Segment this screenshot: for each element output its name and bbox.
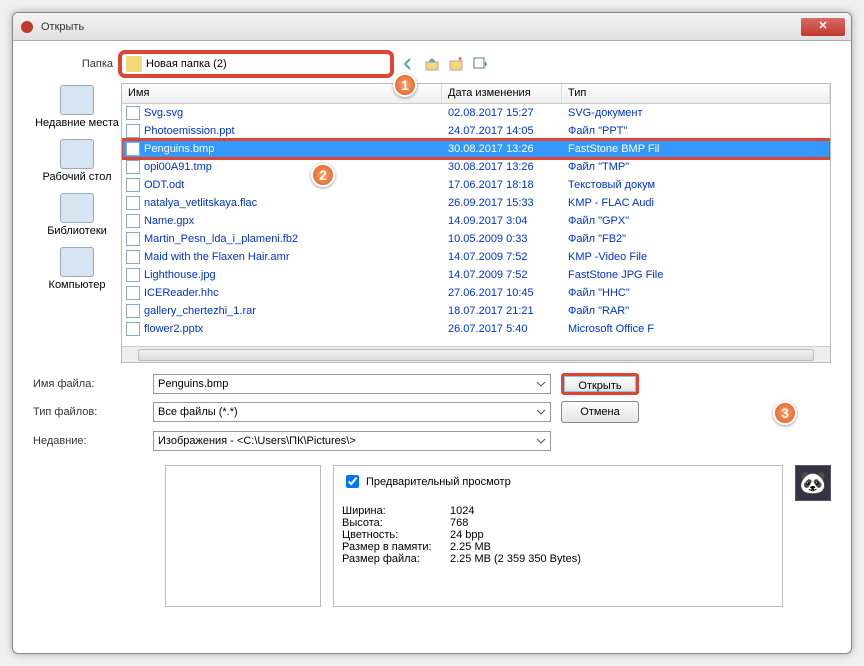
file-icon [126,322,140,336]
file-row[interactable]: natalya_vetlitskaya.flac26.09.2017 15:33… [122,194,830,212]
folder-label: Папка [33,58,121,70]
file-icon [126,160,140,174]
file-row[interactable]: Photoemission.ppt24.07.2017 14:05Файл "P… [122,122,830,140]
close-button[interactable]: ✕ [801,18,845,36]
filetype-label: Тип файлов: [33,406,153,418]
app-icon [19,19,35,35]
file-icon [126,178,140,192]
column-type[interactable]: Тип [562,84,830,103]
folder-icon [126,56,142,72]
filetype-combo[interactable]: Все файлы (*.*) [153,402,551,422]
chevron-down-icon [534,377,548,391]
callout-2: 2 [311,163,335,187]
recent-combo[interactable]: Изображения - <C:\Users\ПК\Pictures\> [153,431,551,451]
file-icon [126,196,140,210]
callout-1: 1 [393,73,417,97]
cancel-button[interactable]: Отмена [561,401,639,423]
places-sidebar: Недавние места Рабочий стол Библиотеки К… [33,83,121,363]
preview-checkbox[interactable] [346,475,359,488]
back-icon[interactable] [399,55,417,73]
sidebar-computer[interactable]: Компьютер [47,245,108,293]
open-button[interactable]: Открыть [561,373,639,395]
file-row[interactable]: Maid with the Flaxen Hair.amr14.07.2009 … [122,248,830,266]
file-row[interactable]: Martin_Pesn_lda_i_plameni.fb210.05.2009 … [122,230,830,248]
file-icon [126,286,140,300]
sidebar-libraries[interactable]: Библиотеки [45,191,109,239]
titlebar: Открыть ✕ [13,13,851,41]
recent-label: Недавние: [33,435,153,447]
file-row[interactable]: opi00A91.tmp30.08.2017 13:26Файл "TMP" [122,158,830,176]
file-row[interactable]: Lighthouse.jpg14.07.2009 7:52FastStone J… [122,266,830,284]
file-icon [126,142,140,156]
file-icon [126,232,140,246]
file-row[interactable]: Penguins.bmp30.08.2017 13:26FastStone BM… [122,140,830,158]
file-row[interactable]: Name.gpx14.09.2017 3:04Файл "GPX" [122,212,830,230]
filename-label: Имя файла: [33,378,153,390]
app-logo-icon: 🐼 [795,465,831,501]
up-icon[interactable] [423,55,441,73]
open-dialog: Открыть ✕ Папка Новая папка (2) * 1 Неда… [12,12,852,654]
file-row[interactable]: gallery_chertezhi_1.rar18.07.2017 21:21Ф… [122,302,830,320]
column-date[interactable]: Дата изменения [442,84,562,103]
preview-info: Предварительный просмотр Ширина:1024Высо… [333,465,783,607]
file-list: Имя Дата изменения Тип Svg.svg02.08.2017… [121,83,831,363]
preview-thumbnail [165,465,321,607]
file-icon [126,124,140,138]
file-icon [126,268,140,282]
file-icon [126,214,140,228]
chevron-down-icon [534,405,548,419]
window-title: Открыть [41,21,801,33]
folder-name: Новая папка (2) [146,58,227,70]
folder-combo[interactable]: Новая папка (2) [121,53,391,75]
callout-3: 3 [773,401,797,425]
horizontal-scrollbar[interactable] [122,346,830,362]
file-row[interactable]: flower2.pptx26.07.2017 5:40Microsoft Off… [122,320,830,338]
sidebar-desktop[interactable]: Рабочий стол [40,137,113,185]
file-row[interactable]: Svg.svg02.08.2017 15:27SVG-документ [122,104,830,122]
file-row[interactable]: ODT.odt17.06.2017 18:18Текстовый докум [122,176,830,194]
svg-text:*: * [458,56,463,67]
file-icon [126,250,140,264]
sidebar-recent-places[interactable]: Недавние места [33,83,121,131]
file-row[interactable]: ICEReader.hhc27.06.2017 10:45Файл "HHC" [122,284,830,302]
chevron-down-icon [534,434,548,448]
file-icon [126,106,140,120]
view-icon[interactable] [471,55,489,73]
filename-combo[interactable]: Penguins.bmp [153,374,551,394]
new-folder-icon[interactable]: * [447,55,465,73]
file-icon [126,304,140,318]
